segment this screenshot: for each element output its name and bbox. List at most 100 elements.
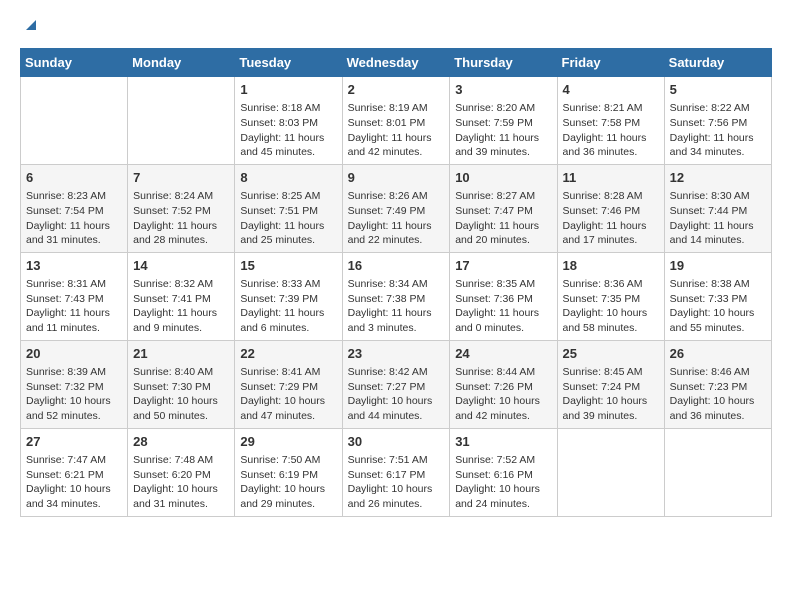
- day-info: Sunrise: 8:24 AM Sunset: 7:52 PM Dayligh…: [133, 189, 229, 248]
- calendar-week-5: 27 Sunrise: 7:47 AM Sunset: 6:21 PM Dayli…: [21, 428, 772, 516]
- day-number: 10: [455, 169, 551, 187]
- weekday-header-friday: Friday: [557, 49, 664, 77]
- calendar-cell: 18Sunrise: 8:36 AM Sunset: 7:35 PM Dayli…: [557, 252, 664, 340]
- day-number: 6: [26, 169, 122, 187]
- day-info: Sunrise: 8:30 AM Sunset: 7:44 PM Dayligh…: [670, 189, 766, 248]
- weekday-header-monday: Monday: [128, 49, 235, 77]
- calendar-cell: 14 Sunrise: 8:32 AM Sunset: 7:41 PM Dayli…: [128, 252, 235, 340]
- day-info: Sunrise: 8:46 AM Sunset: 7:23 PM Dayligh…: [670, 365, 766, 424]
- calendar-header-row: SundayMondayTuesdayWednesdayThursdayFrid…: [21, 49, 772, 77]
- calendar-cell: [128, 77, 235, 165]
- calendar-week-4: 20 Sunrise: 8:39 AM Sunset: 7:32 PM Dayli…: [21, 340, 772, 428]
- weekday-header-wednesday: Wednesday: [342, 49, 450, 77]
- day-number: 13: [26, 257, 122, 275]
- calendar-cell: 12Sunrise: 8:30 AM Sunset: 7:44 PM Dayli…: [664, 164, 771, 252]
- day-info: Sunrise: 8:26 AM Sunset: 7:49 PM Dayligh…: [348, 189, 445, 248]
- day-number: 23: [348, 345, 445, 363]
- day-info: Sunrise: 8:45 AM Sunset: 7:24 PM Dayligh…: [563, 365, 659, 424]
- day-info: Sunrise: 8:31 AM Sunset: 7:43 PM Dayligh…: [26, 277, 122, 336]
- day-number: 24: [455, 345, 551, 363]
- day-number: 29: [240, 433, 336, 451]
- page-header: [20, 20, 772, 38]
- calendar-week-2: 6 Sunrise: 8:23 AM Sunset: 7:54 PM Daylig…: [21, 164, 772, 252]
- day-number: 8: [240, 169, 336, 187]
- calendar-cell: 4Sunrise: 8:21 AM Sunset: 7:58 PM Daylig…: [557, 77, 664, 165]
- calendar-cell: 25 Sunrise: 8:45 AM Sunset: 7:24 PM Dayli…: [557, 340, 664, 428]
- day-info: Sunrise: 8:40 AM Sunset: 7:30 PM Dayligh…: [133, 365, 229, 424]
- calendar-cell: [21, 77, 128, 165]
- calendar-cell: 9 Sunrise: 8:26 AM Sunset: 7:49 PM Daylig…: [342, 164, 450, 252]
- calendar-cell: 23 Sunrise: 8:42 AM Sunset: 7:27 PM Dayli…: [342, 340, 450, 428]
- weekday-header-thursday: Thursday: [450, 49, 557, 77]
- calendar-cell: 24 Sunrise: 8:44 AM Sunset: 7:26 PM Dayli…: [450, 340, 557, 428]
- calendar-week-1: 1Sunrise: 8:18 AM Sunset: 8:03 PM Daylig…: [21, 77, 772, 165]
- calendar-cell: 26 Sunrise: 8:46 AM Sunset: 7:23 PM Dayli…: [664, 340, 771, 428]
- day-info: Sunrise: 8:44 AM Sunset: 7:26 PM Dayligh…: [455, 365, 551, 424]
- day-number: 27: [26, 433, 122, 451]
- calendar-cell: 1Sunrise: 8:18 AM Sunset: 8:03 PM Daylig…: [235, 77, 342, 165]
- day-number: 16: [348, 257, 445, 275]
- calendar-week-3: 13 Sunrise: 8:31 AM Sunset: 7:43 PM Dayli…: [21, 252, 772, 340]
- weekday-header-tuesday: Tuesday: [235, 49, 342, 77]
- day-info: Sunrise: 8:34 AM Sunset: 7:38 PM Dayligh…: [348, 277, 445, 336]
- day-number: 3: [455, 81, 551, 99]
- day-number: 25: [563, 345, 659, 363]
- day-info: Sunrise: 8:38 AM Sunset: 7:33 PM Dayligh…: [670, 277, 766, 336]
- day-number: 11: [563, 169, 659, 187]
- calendar-cell: 8 Sunrise: 8:25 AM Sunset: 7:51 PM Daylig…: [235, 164, 342, 252]
- day-number: 7: [133, 169, 229, 187]
- day-number: 28: [133, 433, 229, 451]
- calendar-cell: 17Sunrise: 8:35 AM Sunset: 7:36 PM Dayli…: [450, 252, 557, 340]
- calendar-cell: [557, 428, 664, 516]
- weekday-header-sunday: Sunday: [21, 49, 128, 77]
- calendar-cell: 15 Sunrise: 8:33 AM Sunset: 7:39 PM Dayli…: [235, 252, 342, 340]
- calendar-cell: 22 Sunrise: 8:41 AM Sunset: 7:29 PM Dayli…: [235, 340, 342, 428]
- day-info: Sunrise: 8:42 AM Sunset: 7:27 PM Dayligh…: [348, 365, 445, 424]
- calendar-cell: 20 Sunrise: 8:39 AM Sunset: 7:32 PM Dayli…: [21, 340, 128, 428]
- day-number: 26: [670, 345, 766, 363]
- day-number: 20: [26, 345, 122, 363]
- calendar-cell: 13 Sunrise: 8:31 AM Sunset: 7:43 PM Dayli…: [21, 252, 128, 340]
- calendar-cell: 3Sunrise: 8:20 AM Sunset: 7:59 PM Daylig…: [450, 77, 557, 165]
- day-number: 15: [240, 257, 336, 275]
- day-info: Sunrise: 7:50 AM Sunset: 6:19 PM Dayligh…: [240, 453, 336, 512]
- day-number: 14: [133, 257, 229, 275]
- day-info: Sunrise: 8:23 AM Sunset: 7:54 PM Dayligh…: [26, 189, 122, 248]
- day-info: Sunrise: 7:51 AM Sunset: 6:17 PM Dayligh…: [348, 453, 445, 512]
- day-number: 2: [348, 81, 445, 99]
- calendar-cell: 28Sunrise: 7:48 AM Sunset: 6:20 PM Dayli…: [128, 428, 235, 516]
- day-number: 21: [133, 345, 229, 363]
- calendar-cell: 30 Sunrise: 7:51 AM Sunset: 6:17 PM Dayli…: [342, 428, 450, 516]
- day-info: Sunrise: 8:36 AM Sunset: 7:35 PM Dayligh…: [563, 277, 659, 336]
- calendar-cell: 21 Sunrise: 8:40 AM Sunset: 7:30 PM Dayli…: [128, 340, 235, 428]
- calendar-cell: 31Sunrise: 7:52 AM Sunset: 6:16 PM Dayli…: [450, 428, 557, 516]
- day-info: Sunrise: 8:27 AM Sunset: 7:47 PM Dayligh…: [455, 189, 551, 248]
- calendar-cell: [664, 428, 771, 516]
- day-number: 31: [455, 433, 551, 451]
- day-info: Sunrise: 8:25 AM Sunset: 7:51 PM Dayligh…: [240, 189, 336, 248]
- day-info: Sunrise: 8:41 AM Sunset: 7:29 PM Dayligh…: [240, 365, 336, 424]
- weekday-header-saturday: Saturday: [664, 49, 771, 77]
- calendar-cell: 2Sunrise: 8:19 AM Sunset: 8:01 PM Daylig…: [342, 77, 450, 165]
- day-number: 9: [348, 169, 445, 187]
- calendar-cell: 6 Sunrise: 8:23 AM Sunset: 7:54 PM Daylig…: [21, 164, 128, 252]
- logo-triangle-icon: [22, 16, 40, 34]
- calendar-cell: 19Sunrise: 8:38 AM Sunset: 7:33 PM Dayli…: [664, 252, 771, 340]
- day-info: Sunrise: 8:22 AM Sunset: 7:56 PM Dayligh…: [670, 101, 766, 160]
- day-info: Sunrise: 8:18 AM Sunset: 8:03 PM Dayligh…: [240, 101, 336, 160]
- day-number: 22: [240, 345, 336, 363]
- day-info: Sunrise: 8:39 AM Sunset: 7:32 PM Dayligh…: [26, 365, 122, 424]
- day-info: Sunrise: 8:28 AM Sunset: 7:46 PM Dayligh…: [563, 189, 659, 248]
- day-info: Sunrise: 8:33 AM Sunset: 7:39 PM Dayligh…: [240, 277, 336, 336]
- day-number: 30: [348, 433, 445, 451]
- day-number: 17: [455, 257, 551, 275]
- logo: [20, 20, 40, 38]
- day-number: 4: [563, 81, 659, 99]
- calendar-cell: 11 Sunrise: 8:28 AM Sunset: 7:46 PM Dayli…: [557, 164, 664, 252]
- day-number: 5: [670, 81, 766, 99]
- day-info: Sunrise: 8:32 AM Sunset: 7:41 PM Dayligh…: [133, 277, 229, 336]
- calendar-cell: 7 Sunrise: 8:24 AM Sunset: 7:52 PM Daylig…: [128, 164, 235, 252]
- calendar-cell: 27 Sunrise: 7:47 AM Sunset: 6:21 PM Dayli…: [21, 428, 128, 516]
- calendar-table: SundayMondayTuesdayWednesdayThursdayFrid…: [20, 48, 772, 517]
- day-info: Sunrise: 7:47 AM Sunset: 6:21 PM Dayligh…: [26, 453, 122, 512]
